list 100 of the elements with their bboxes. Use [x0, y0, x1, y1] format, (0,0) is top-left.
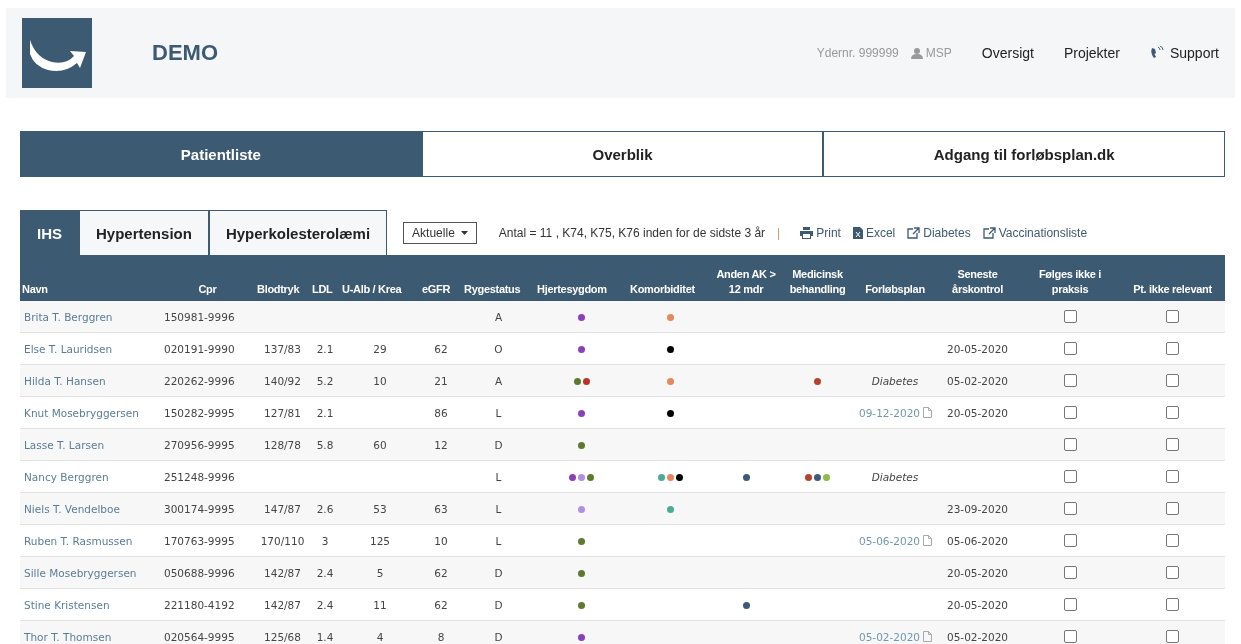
ualb-text: 5: [376, 566, 384, 579]
app-title: DEMO: [152, 40, 218, 66]
nav-link[interactable]: Oversigt: [981, 45, 1034, 61]
cpr-text: 150981-9996: [164, 310, 235, 323]
ldl-text: 2.6: [316, 502, 334, 515]
pdf-file-icon: [923, 407, 933, 418]
ualb-text: 29: [373, 342, 387, 355]
category-tab[interactable]: Hypertension: [79, 210, 209, 255]
checkbox[interactable]: [1166, 406, 1179, 420]
column-header[interactable]: Navn: [22, 282, 48, 297]
egfr-text: 86: [434, 406, 448, 419]
main-tab[interactable]: Overblik: [421, 131, 824, 177]
checkbox[interactable]: [1166, 374, 1179, 388]
date-text: 05-02-2020: [947, 630, 1008, 643]
category-tab[interactable]: Hyperkolesterolæmi: [208, 210, 388, 255]
pdf-file-icon: [923, 631, 933, 642]
ldl-text: 1.4: [316, 630, 334, 643]
blood-pressure-text: 170/110: [260, 534, 305, 547]
checkbox[interactable]: [1063, 310, 1077, 324]
smoking-status-text: D: [494, 438, 503, 451]
checkbox[interactable]: [1166, 470, 1179, 484]
blood-pressure-text: 128/78: [264, 438, 301, 451]
ldl-text: 2.1: [316, 406, 334, 419]
checkbox[interactable]: [1166, 342, 1179, 356]
checkbox[interactable]: [1063, 438, 1077, 452]
checkbox[interactable]: [1063, 406, 1077, 420]
nav-link[interactable]: Projekter: [1063, 45, 1120, 61]
pdf-file-icon: [923, 535, 933, 546]
main-tab[interactable]: Patientliste: [20, 131, 422, 177]
external-link-icon: [907, 226, 921, 239]
cpr-text: 220262-9996: [164, 374, 235, 387]
smoking-status-text: O: [494, 342, 503, 355]
smoking-status-text: L: [495, 406, 502, 419]
blood-pressure-text: 125/68: [264, 630, 301, 643]
smoking-status-text: L: [495, 534, 502, 547]
date-text: 05-02-2020: [947, 374, 1008, 387]
date-text: 20-05-2020: [947, 566, 1008, 579]
external-link[interactable]: Vaccinationsliste: [982, 225, 1088, 240]
cpr-text: 020191-9990: [164, 342, 235, 355]
blood-pressure-text: 127/81: [264, 406, 301, 419]
blood-pressure-text: 137/83: [264, 342, 301, 355]
external-link[interactable]: Diabetes: [907, 225, 971, 240]
checkbox[interactable]: [1063, 598, 1077, 612]
external-link-icon: [982, 226, 996, 239]
egfr-text: 21: [434, 374, 448, 387]
smoking-status-text: D: [494, 566, 503, 579]
checkbox[interactable]: [1063, 534, 1077, 548]
ldl-text: 5.2: [316, 374, 334, 387]
checkbox[interactable]: [1063, 342, 1077, 356]
blood-pressure-text: 142/87: [264, 566, 301, 579]
checkbox[interactable]: [1166, 534, 1179, 548]
egfr-text: 62: [434, 342, 448, 355]
checkbox[interactable]: [1063, 502, 1077, 516]
ualb-text: 60: [373, 438, 387, 451]
date-text: 20-05-2020: [947, 406, 1008, 419]
cpr-text: 050688-9996: [164, 566, 235, 579]
checkbox[interactable]: [1166, 310, 1179, 324]
checkbox[interactable]: [1063, 374, 1077, 388]
excel-link[interactable]: Excel: [852, 225, 896, 240]
plan-note: Diabetes: [871, 470, 919, 483]
cpr-text: 300174-9995: [164, 502, 235, 515]
summary-text: Antal = 11 , K74, K75, K76 inden for de sidste 3 år: [498, 225, 766, 240]
ldl-text: 2.1: [316, 342, 334, 355]
checkbox[interactable]: [1166, 630, 1179, 644]
patient-name-link[interactable]: Ruben T. Rasmussen: [24, 534, 133, 547]
plan-note: Diabetes: [871, 374, 919, 387]
filter-dropdown[interactable]: Aktuelle: [403, 221, 477, 244]
date-text: 05-06-2020: [947, 534, 1008, 547]
egfr-text: 62: [434, 566, 448, 579]
column-header[interactable]: Cpr: [198, 282, 217, 297]
date-text: 20-05-2020: [947, 342, 1008, 355]
cpr-text: 150282-9995: [164, 406, 235, 419]
user-icon: [910, 47, 923, 59]
ldl-text: 5.8: [316, 438, 334, 451]
cpr-text: 251248-9996: [164, 470, 235, 483]
smoking-status-text: D: [494, 630, 503, 643]
print-link[interactable]: Print: [800, 225, 841, 240]
patient-name-link[interactable]: Nancy Berggren: [24, 470, 109, 483]
cpr-text: 170763-9995: [164, 534, 235, 547]
ldl-text: 3: [321, 534, 329, 547]
egfr-text: 8: [437, 630, 445, 643]
patient-name-link[interactable]: Stine Kristensen: [24, 598, 110, 611]
checkbox[interactable]: [1166, 566, 1179, 580]
checkbox[interactable]: [1063, 470, 1077, 484]
caret-icon: [460, 230, 468, 235]
support-link[interactable]: Support: [1149, 45, 1219, 61]
egfr-text: 62: [434, 598, 448, 611]
checkbox[interactable]: [1063, 566, 1077, 580]
blood-pressure-text: 147/87: [264, 502, 301, 515]
ldl-text: 2.4: [316, 598, 334, 611]
patient-name-link[interactable]: Knut Mosebryggersen: [24, 406, 139, 419]
date-text: 20-05-2020: [947, 598, 1008, 611]
smoking-status-text: A: [494, 310, 503, 323]
category-tab[interactable]: IHS: [20, 210, 79, 255]
checkbox[interactable]: [1166, 502, 1179, 516]
main-tab[interactable]: Adgang til forløbsplan.dk: [823, 131, 1225, 177]
checkbox[interactable]: [1063, 630, 1077, 644]
patient-name-link[interactable]: Else T. Lauridsen: [24, 342, 113, 355]
checkbox[interactable]: [1166, 598, 1179, 612]
checkbox[interactable]: [1166, 438, 1179, 452]
